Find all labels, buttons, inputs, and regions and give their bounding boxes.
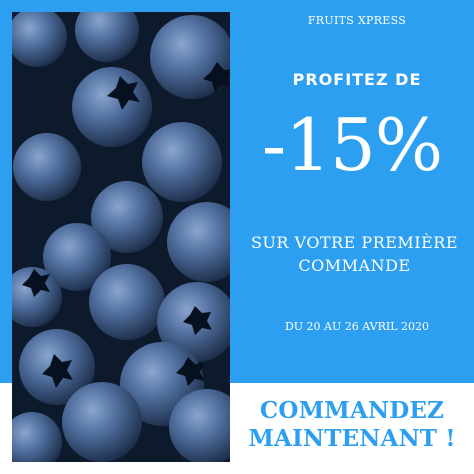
blueberries-illustration bbox=[12, 12, 230, 462]
discount-value: -15% bbox=[261, 103, 443, 187]
brand-name: FRUITS XPRESS bbox=[307, 14, 407, 27]
promo-intro: PROFITEZ DE bbox=[292, 70, 422, 89]
promo-subtitle: SUR VOTRE PREMIÈRE COMMANDE bbox=[235, 231, 474, 277]
blueberries-photo bbox=[12, 12, 230, 462]
subtitle-line-2: COMMANDE bbox=[298, 256, 411, 275]
promo-dates: DU 20 AU 26 AVRIL 2020 bbox=[284, 320, 430, 333]
cta-line-1: COMMANDEZ bbox=[259, 397, 445, 424]
cta-button[interactable]: COMMANDEZ MAINTENANT ! bbox=[230, 397, 474, 453]
cta-line-2: MAINTENANT ! bbox=[248, 425, 456, 452]
subtitle-line-1: SUR VOTRE PREMIÈRE bbox=[250, 233, 459, 252]
